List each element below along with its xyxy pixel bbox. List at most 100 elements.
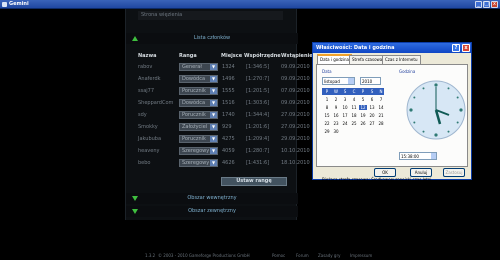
tab-date-time[interactable]: Data i godzina xyxy=(317,54,352,64)
member-place: 1496 xyxy=(222,76,235,82)
calendar-day[interactable]: 30 xyxy=(332,129,340,134)
calendar-day[interactable]: 13 xyxy=(368,105,376,110)
member-name: bebo xyxy=(138,160,151,166)
spin-icon[interactable] xyxy=(431,153,436,159)
members-section-header[interactable]: Lista członków xyxy=(126,33,298,44)
calendar-day[interactable]: 6 xyxy=(368,97,376,102)
calendar-day[interactable]: 12 xyxy=(359,105,367,110)
member-row: sdy Porucznik ▼ 1740 [1:344:4] 27.09.2010 xyxy=(138,110,323,120)
calendar-day[interactable]: 11 xyxy=(350,105,358,110)
member-coords[interactable]: [1:280:7] xyxy=(246,148,269,154)
rank-select[interactable]: Założyciel ▼ xyxy=(179,123,218,131)
chevron-down-icon[interactable]: ▼ xyxy=(210,100,217,106)
calendar-day[interactable]: 18 xyxy=(350,113,358,118)
calendar-day[interactable]: 26 xyxy=(359,121,367,126)
chevron-down-icon[interactable]: ▼ xyxy=(210,148,217,154)
member-row: bebo Szeregowy ▼ 4626 [1:431:6] 18.10.2010 xyxy=(138,158,323,168)
calendar-day[interactable]: 22 xyxy=(323,121,331,126)
chevron-down-icon[interactable]: ▼ xyxy=(210,160,217,166)
col-header-place[interactable]: Miejsce xyxy=(221,53,242,59)
chevron-down-icon[interactable]: ▼ xyxy=(210,88,217,94)
member-coords[interactable]: [1:431:6] xyxy=(246,160,269,166)
calendar-day[interactable]: 7 xyxy=(377,97,385,102)
col-header-joined[interactable]: Wstąpienie xyxy=(281,53,313,59)
member-row: rabov Generał ▼ 1324 [1:346:5] 09.09.2010 xyxy=(138,62,323,72)
calendar-day[interactable]: 23 xyxy=(332,121,340,126)
chevron-down-icon[interactable]: ▼ xyxy=(210,64,217,70)
rank-select[interactable]: Szeregowy ▼ xyxy=(179,159,218,167)
member-name: heaveny xyxy=(138,148,160,154)
calendar-day[interactable]: 25 xyxy=(350,121,358,126)
help-button[interactable]: ? xyxy=(452,44,460,52)
col-header-coords[interactable]: Współrzędne xyxy=(244,53,281,59)
close-window-button[interactable]: x xyxy=(491,1,498,8)
calendar-day[interactable]: 1 xyxy=(323,97,331,102)
year-stepper[interactable]: 2010 xyxy=(360,77,381,85)
rank-select[interactable]: Generał ▼ xyxy=(179,63,218,71)
member-coords[interactable]: [1:209:4] xyxy=(246,136,269,142)
calendar-day[interactable]: 28 xyxy=(377,121,385,126)
footer: 1.3.2 © 2003 - 2010 Gameforge Production… xyxy=(0,252,500,260)
maximize-button[interactable]: □ xyxy=(483,1,490,8)
calendar-day[interactable]: 29 xyxy=(323,129,331,134)
calendar-day[interactable]: 15 xyxy=(323,113,331,118)
footer-link-help[interactable]: Pomoc xyxy=(272,253,285,258)
member-coords[interactable]: [1:270:7] xyxy=(246,76,269,82)
apply-button[interactable]: Zastosuj xyxy=(443,168,465,177)
set-rank-button[interactable]: Ustaw rangę xyxy=(221,177,287,186)
footer-link-forum[interactable]: Forum xyxy=(296,253,309,258)
internal-area-header[interactable]: Obszar wewnętrzny xyxy=(126,193,298,204)
chevron-down-icon[interactable]: ▼ xyxy=(210,124,217,130)
chevron-down-icon[interactable]: ▼ xyxy=(210,76,217,82)
col-header-rank[interactable]: Ranga xyxy=(179,53,197,59)
calendar-day[interactable]: 17 xyxy=(341,113,349,118)
calendar-day[interactable]: 21 xyxy=(377,113,385,118)
calendar-day[interactable]: 10 xyxy=(341,105,349,110)
clock-tick xyxy=(434,133,438,137)
tab-timezone[interactable]: Strefa czasowa xyxy=(349,55,386,64)
chevron-down-icon[interactable]: ▼ xyxy=(210,136,217,142)
calendar-day[interactable]: 19 xyxy=(359,113,367,118)
month-select[interactable]: listopad xyxy=(322,77,355,85)
rank-select[interactable]: Szeregowy ▼ xyxy=(179,147,218,155)
rank-select[interactable]: Porucznik ▼ xyxy=(179,135,218,143)
rank-select[interactable]: Dowódca ▼ xyxy=(179,99,218,107)
chevron-down-icon[interactable]: ▼ xyxy=(210,112,217,118)
calendar-day[interactable]: 27 xyxy=(368,121,376,126)
col-header-name[interactable]: Nazwa xyxy=(138,53,156,59)
calendar-day[interactable]: 16 xyxy=(332,113,340,118)
clock-tick xyxy=(447,130,450,133)
calendar-day[interactable]: 5 xyxy=(359,97,367,102)
member-coords[interactable]: [1:346:5] xyxy=(246,64,269,70)
clock-tick xyxy=(422,87,425,90)
calendar-day[interactable]: 3 xyxy=(341,97,349,102)
ok-button[interactable]: OK xyxy=(374,168,396,177)
calendar-day[interactable]: 20 xyxy=(368,113,376,118)
footer-link-rules[interactable]: Zasady gry xyxy=(318,253,340,258)
dialog-close-button[interactable]: x xyxy=(462,44,470,52)
calendar-day[interactable]: 2 xyxy=(332,97,340,102)
member-place: 4059 xyxy=(222,148,235,154)
calendar-day[interactable]: 4 xyxy=(350,97,358,102)
calendar-day[interactable]: 14 xyxy=(377,105,385,110)
member-coords[interactable]: [1:303:6] xyxy=(246,100,269,106)
minimize-button[interactable]: _ xyxy=(475,1,482,8)
calendar-day[interactable]: 8 xyxy=(323,105,331,110)
internal-area-label: Obszar wewnętrzny xyxy=(187,195,237,201)
cancel-button[interactable]: Anuluj xyxy=(410,168,432,177)
rank-select[interactable]: Porucznik ▼ xyxy=(179,87,218,95)
chevron-down-icon[interactable] xyxy=(348,78,354,84)
member-coords[interactable]: [1:201:5] xyxy=(246,88,269,94)
member-coords[interactable]: [1:344:4] xyxy=(246,112,269,118)
calendar-day[interactable]: 24 xyxy=(341,121,349,126)
rank-select[interactable]: Dowódca ▼ xyxy=(179,75,218,83)
rank-select[interactable]: Porucznik ▼ xyxy=(179,111,218,119)
member-coords[interactable]: [1:201:6] xyxy=(246,124,269,130)
top-field-text: Strona więzienia xyxy=(141,12,183,18)
external-area-header[interactable]: Obszar zewnętrzny xyxy=(126,206,298,217)
member-name: Jakububa xyxy=(138,136,162,142)
time-stepper[interactable]: 15:38:00 xyxy=(399,152,437,160)
tab-internet-time[interactable]: Czas z Internetu xyxy=(382,55,421,64)
footer-link-impressum[interactable]: Impressum xyxy=(350,253,372,258)
calendar-day[interactable]: 9 xyxy=(332,105,340,110)
